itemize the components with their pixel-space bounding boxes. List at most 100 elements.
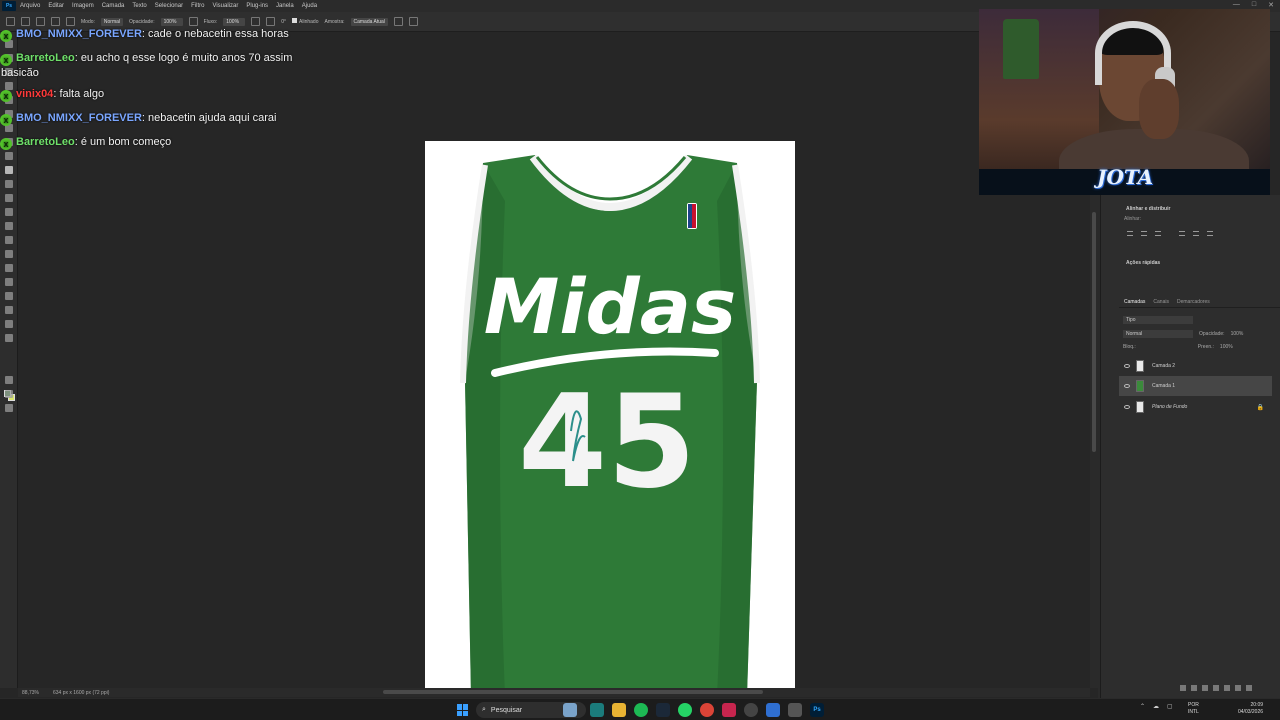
layer-row[interactable]: Plano de Fundo 🔒 bbox=[1119, 397, 1272, 417]
tray-app-icon[interactable]: ▢ bbox=[1167, 703, 1173, 710]
opacity-field[interactable]: 100% bbox=[160, 17, 183, 26]
language-indicator[interactable]: POR INTL bbox=[1188, 702, 1199, 716]
menu-camada[interactable]: Camada bbox=[98, 3, 129, 9]
tab-camadas[interactable]: Camadas bbox=[1124, 299, 1145, 305]
history-brush-tool-icon[interactable] bbox=[5, 180, 13, 188]
align-center-icon[interactable] bbox=[1141, 231, 1147, 236]
visibility-eye-icon[interactable] bbox=[1124, 405, 1130, 409]
obs-app-icon[interactable] bbox=[722, 703, 736, 717]
angle-value[interactable]: 0° bbox=[281, 19, 286, 25]
home-icon[interactable] bbox=[6, 17, 15, 26]
settings-gear-icon[interactable] bbox=[744, 703, 758, 717]
tab-canais[interactable]: Canais bbox=[1153, 299, 1169, 305]
weather-app-icon[interactable] bbox=[563, 703, 577, 717]
pressure-size-icon[interactable] bbox=[408, 17, 418, 26]
add-mask-icon[interactable] bbox=[1202, 685, 1208, 691]
edge-browser-icon[interactable] bbox=[590, 703, 604, 717]
pressure-opacity-icon[interactable] bbox=[188, 17, 198, 26]
type-tool-icon[interactable] bbox=[5, 264, 13, 272]
zoom-tool-icon[interactable] bbox=[5, 320, 13, 328]
brush-settings-icon[interactable] bbox=[51, 17, 60, 26]
menu-janela[interactable]: Janela bbox=[272, 3, 298, 9]
align-middle-icon[interactable] bbox=[1193, 231, 1199, 236]
menu-texto[interactable]: Texto bbox=[128, 3, 150, 9]
menu-filtro[interactable]: Filtro bbox=[187, 3, 208, 9]
close-icon[interactable]: ✕ bbox=[1268, 1, 1274, 9]
keyboard-layout: INTL bbox=[1188, 709, 1199, 715]
new-group-icon[interactable] bbox=[1224, 685, 1230, 691]
more-tools-icon[interactable] bbox=[5, 334, 13, 342]
visibility-eye-icon[interactable] bbox=[1124, 384, 1130, 388]
menu-editar[interactable]: Editar bbox=[44, 3, 68, 9]
shape-tool-icon[interactable] bbox=[5, 292, 13, 300]
eraser-tool-icon[interactable] bbox=[5, 194, 13, 202]
layer-style-icon[interactable] bbox=[1191, 685, 1197, 691]
vertical-scroll-thumb[interactable] bbox=[1092, 212, 1096, 452]
align-left-icon[interactable] bbox=[1127, 231, 1133, 236]
aligned-checkbox[interactable]: Alinhado bbox=[292, 18, 318, 25]
app-icon[interactable] bbox=[766, 703, 780, 717]
screen-mode-icon[interactable] bbox=[5, 390, 13, 398]
fill-field[interactable]: 100% bbox=[1220, 344, 1233, 350]
windows-start-icon[interactable] bbox=[457, 704, 469, 716]
blur-tool-icon[interactable] bbox=[5, 222, 13, 230]
document-size[interactable]: 634 px x 1600 px (72 ppi) bbox=[53, 690, 109, 696]
cloud-icon[interactable]: ☁ bbox=[1153, 703, 1159, 710]
quick-actions-title[interactable]: Ações rápidas bbox=[1126, 260, 1160, 266]
taskbar-clock[interactable]: 20:09 04/03/2026 bbox=[1238, 702, 1263, 716]
dodge-tool-icon[interactable] bbox=[5, 236, 13, 244]
sample-select[interactable]: Camada Atual bbox=[350, 17, 388, 26]
gradient-tool-icon[interactable] bbox=[5, 208, 13, 216]
menu-arquivo[interactable]: Arquivo bbox=[16, 3, 44, 9]
layer-row-selected[interactable]: Camada 1 bbox=[1119, 376, 1272, 396]
layer-opacity-field[interactable]: 100% bbox=[1231, 331, 1244, 337]
chevron-up-icon[interactable]: ⌃ bbox=[1140, 703, 1145, 710]
menu-selecionar[interactable]: Selecionar bbox=[151, 3, 187, 9]
layer-filter-select[interactable]: Tipo bbox=[1123, 316, 1193, 324]
align-panel-title[interactable]: Alinhar e distribuir bbox=[1126, 206, 1170, 212]
menu-plugins[interactable]: Plug-ins bbox=[242, 3, 272, 9]
layer-row[interactable]: Camada 2 bbox=[1119, 356, 1272, 376]
ignore-adjustment-icon[interactable] bbox=[393, 17, 403, 26]
visibility-eye-icon[interactable] bbox=[1124, 364, 1130, 368]
spotify-icon[interactable] bbox=[634, 703, 648, 717]
chrome-icon[interactable] bbox=[700, 703, 714, 717]
canvas-area[interactable]: Midas 45 bbox=[18, 32, 1090, 688]
settings-icon[interactable] bbox=[788, 703, 802, 717]
align-right-icon[interactable] bbox=[1155, 231, 1161, 236]
steam-icon[interactable] bbox=[656, 703, 670, 717]
maximize-icon[interactable]: □ bbox=[1252, 1, 1256, 9]
whatsapp-icon[interactable] bbox=[678, 703, 692, 717]
horizontal-scroll-thumb[interactable] bbox=[383, 690, 763, 694]
hand-tool-icon[interactable] bbox=[5, 306, 13, 314]
mode-select[interactable]: Normal bbox=[100, 17, 124, 26]
airbrush-icon[interactable] bbox=[251, 17, 261, 26]
menu-ajuda[interactable]: Ajuda bbox=[298, 3, 321, 9]
new-layer-icon[interactable] bbox=[1235, 685, 1241, 691]
align-bottom-icon[interactable] bbox=[1207, 231, 1213, 236]
pen-tool-icon[interactable] bbox=[5, 250, 13, 258]
minimize-icon[interactable]: — bbox=[1233, 1, 1240, 9]
quick-mask-icon[interactable] bbox=[5, 376, 13, 384]
menu-imagem[interactable]: Imagem bbox=[68, 3, 98, 9]
align-top-icon[interactable] bbox=[1179, 231, 1185, 236]
menu-visualizar[interactable]: Visualizar bbox=[208, 3, 242, 9]
document-canvas[interactable]: Midas 45 bbox=[425, 141, 795, 688]
blend-mode-select[interactable]: Normal bbox=[1123, 330, 1193, 338]
clone-stamp-tool-icon[interactable] bbox=[21, 17, 30, 26]
link-layers-icon[interactable] bbox=[1180, 685, 1186, 691]
delete-layer-icon[interactable] bbox=[1246, 685, 1252, 691]
clone-source-icon[interactable] bbox=[66, 17, 75, 26]
tab-demarcadores[interactable]: Demarcadores bbox=[1177, 299, 1210, 305]
brush-tool-icon[interactable] bbox=[5, 152, 13, 160]
flow-field[interactable]: 100% bbox=[223, 17, 246, 26]
file-explorer-icon[interactable] bbox=[612, 703, 626, 717]
adjustment-layer-icon[interactable] bbox=[1213, 685, 1219, 691]
zoom-level[interactable]: 88,73% bbox=[22, 690, 39, 696]
photoshop-taskbar-icon[interactable]: Ps bbox=[810, 703, 824, 717]
horizontal-scrollbar[interactable] bbox=[18, 688, 1090, 697]
clone-stamp-tool-icon[interactable] bbox=[5, 166, 13, 174]
path-select-tool-icon[interactable] bbox=[5, 278, 13, 286]
edit-toolbar-icon[interactable] bbox=[5, 404, 13, 412]
brush-preset-icon[interactable] bbox=[36, 17, 45, 26]
